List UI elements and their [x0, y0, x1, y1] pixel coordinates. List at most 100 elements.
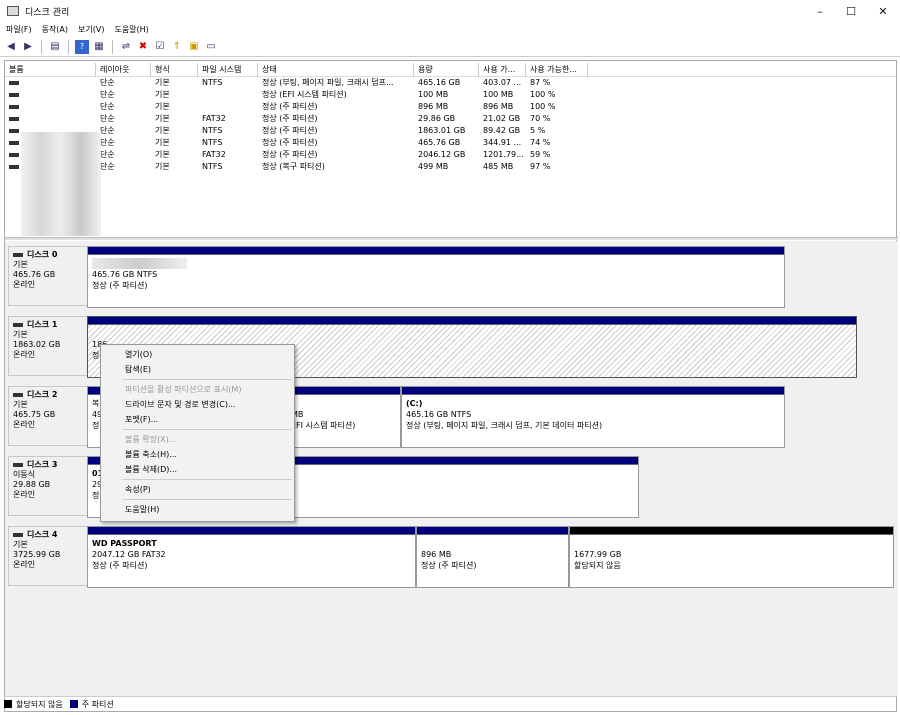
disk-2-label[interactable]: 디스크 2 기본 465.75 GB 온라인: [8, 386, 88, 446]
disk-size: 3725.99 GB: [13, 550, 61, 559]
disk-4-label[interactable]: 디스크 4 기본 3725.99 GB 온라인: [8, 526, 88, 586]
volume-cell-cap: 100 MB: [418, 90, 449, 99]
column-free[interactable]: 사용 가...: [479, 63, 526, 77]
menu-view[interactable]: 보기(V): [78, 24, 104, 35]
context-menu-item[interactable]: 탐색(E): [101, 362, 294, 377]
window-title: 디스크 관리: [25, 7, 70, 18]
search-folder-icon[interactable]: ▣: [187, 40, 201, 54]
partition-status: 정상 (주 파티션): [92, 561, 148, 570]
disk-4-partition-2[interactable]: 896 MB 정상 (주 파티션): [416, 526, 569, 588]
context-menu-item[interactable]: 속성(P): [101, 482, 294, 497]
context-menu-item: 볼륨 확장(X)...: [125, 435, 177, 444]
disk-icon: [13, 393, 23, 397]
volume-icon: [9, 129, 19, 133]
volume-row[interactable]: 단순 기본 정상 (주 파티션) 896 MB 896 MB 100 %: [5, 101, 898, 113]
properties-icon[interactable]: ▦: [92, 40, 106, 54]
back-icon[interactable]: ◀: [4, 40, 18, 54]
volume-cell-layout: 단순: [100, 90, 115, 99]
help-icon[interactable]: ?: [75, 39, 89, 54]
column-type[interactable]: 형식: [151, 63, 198, 77]
disk-4-unallocated[interactable]: 1677.99 GB 할당되지 않음: [569, 526, 894, 588]
volume-cell-free: 344.91 ...: [483, 138, 522, 147]
disk-state: 온라인: [13, 560, 36, 569]
toolbar-separator: [112, 39, 113, 54]
volume-cell-cap: 896 MB: [418, 102, 449, 111]
disk-state: 온라인: [13, 350, 36, 359]
connect-icon[interactable]: ⇌: [119, 40, 133, 54]
context-menu-item[interactable]: 드라이브 문자 및 경로 변경(C)...: [101, 397, 294, 412]
disk-state: 온라인: [13, 420, 36, 429]
context-menu-item[interactable]: 포맷(F)...: [101, 412, 294, 427]
primary-partition-bar: [88, 527, 415, 535]
check-icon[interactable]: ☑: [153, 40, 167, 54]
volume-row[interactable]: 단순 기본 FAT32 정상 (주 파티션) 29.86 GB 21.02 GB 70 %: [5, 113, 898, 125]
disk-kind: 기본: [13, 540, 28, 549]
volume-row[interactable]: 단순 기본 NTFS 정상 (복구 파티션) 499 MB 485 MB 97 %: [5, 161, 898, 173]
volume-row[interactable]: 단순 기본 NTFS 정상 (주 파티션) 465.76 GB 344.91 ... 74 …: [5, 137, 898, 149]
volume-cell-free: 403.07 ...: [483, 78, 522, 87]
volume-cell-type: 기본: [155, 90, 170, 99]
volume-cell-fs: [198, 89, 258, 101]
column-volume[interactable]: 볼륨: [5, 63, 96, 77]
disk-icon: [13, 463, 23, 467]
disk-2-partition-c[interactable]: (C:) 465.16 GB NTFS 정상 (부팅, 페이지 파일, 크래시 …: [401, 386, 785, 448]
close-button[interactable]: ✕: [866, 0, 900, 22]
volume-cell-status: 정상 (주 파티션): [262, 150, 318, 159]
volume-icon: [9, 165, 19, 169]
partition-status: 정상 (주 파티션): [92, 281, 148, 290]
volume-row[interactable]: 단순 기본 NTFS 정상 (부팅, 페이지 파일, 크래시 덤프... 465.16 …: [5, 77, 898, 89]
column-status[interactable]: 상태: [258, 63, 414, 77]
folder-up-icon[interactable]: ⇑: [170, 40, 184, 54]
primary-partition-bar: [402, 387, 784, 395]
disk-1-label[interactable]: 디스크 1 기본 1863.02 GB 온라인: [8, 316, 88, 376]
partition-name: WD PASSPORT: [92, 539, 157, 548]
list-view-icon[interactable]: ▤: [48, 40, 62, 54]
column-free-pct[interactable]: 사용 가능한...: [526, 63, 588, 77]
volume-row[interactable]: 단순 기본 NTFS 정상 (주 파티션) 1863.01 GB 89.42 GB 5 %: [5, 125, 898, 137]
column-filesystem[interactable]: 파일 시스템: [198, 63, 258, 77]
forward-icon[interactable]: ▶: [21, 40, 35, 54]
delete-icon[interactable]: ✖: [136, 40, 150, 54]
volume-cell-layout: 단순: [100, 162, 115, 171]
context-menu-item[interactable]: 볼륨 삭제(D)...: [101, 462, 294, 477]
disk-0-label[interactable]: 디스크 0 기본 465.76 GB 온라인: [8, 246, 88, 306]
column-layout[interactable]: 레이아웃: [96, 63, 151, 77]
minimize-button[interactable]: –: [803, 0, 837, 22]
volume-cell-free: 89.42 GB: [483, 126, 521, 135]
menu-action[interactable]: 동작(A): [42, 24, 68, 35]
maximize-button[interactable]: ☐: [834, 0, 868, 22]
menu-file[interactable]: 파일(F): [6, 24, 32, 35]
context-menu-item[interactable]: 볼륨 축소(H)...: [101, 447, 294, 462]
pane-splitter[interactable]: [5, 237, 898, 240]
volume-cell-type: 기본: [155, 102, 170, 111]
volume-row[interactable]: 단순 기본 FAT32 정상 (주 파티션) 2046.12 GB 1201.79... 5…: [5, 149, 898, 161]
volume-cell-pct: 59 %: [530, 150, 551, 159]
toolbar-separator: [41, 39, 42, 54]
volume-cell-layout: 단순: [100, 114, 115, 123]
volume-cell-fs: NTFS: [202, 126, 223, 135]
volume-icon: [9, 153, 19, 157]
menu-bar: 파일(F) 동작(A) 보기(V) 도움말(H): [0, 22, 900, 37]
volume-cell-pct: 100 %: [530, 90, 556, 99]
menu-help[interactable]: 도움말(H): [114, 24, 148, 35]
disk-0-partition-1[interactable]: 465.76 GB NTFS 정상 (주 파티션): [87, 246, 785, 308]
volume-icon: [9, 117, 19, 121]
volume-row[interactable]: 단순 기본 정상 (EFI 시스템 파티션) 100 MB 100 MB 100 %: [5, 89, 898, 101]
menu-separator: [123, 379, 292, 380]
disk-icon: [13, 323, 23, 327]
console-icon[interactable]: ▭: [204, 40, 218, 54]
disk-4-partition-wd-passport[interactable]: WD PASSPORT 2047.12 GB FAT32 정상 (주 파티션): [87, 526, 416, 588]
volume-cell-status: 정상 (주 파티션): [262, 102, 318, 111]
volume-cell-type: 기본: [155, 138, 170, 147]
disk-3-label[interactable]: 디스크 3 이동식 29.88 GB 온라인: [8, 456, 88, 516]
context-menu-item[interactable]: 열기(O): [101, 347, 294, 362]
volume-cell-fs: NTFS: [202, 78, 223, 87]
column-capacity[interactable]: 용량: [414, 63, 479, 77]
toolbar: ◀ ▶ ▤ ? ▦ ⇌ ✖ ☑ ⇑ ▣ ▭: [0, 37, 900, 57]
context-menu-item[interactable]: 도움말(H): [101, 502, 294, 517]
disk-state: 온라인: [13, 280, 36, 289]
disk-name: 디스크 4: [27, 530, 58, 539]
primary-partition-bar: [88, 247, 784, 255]
menu-separator: [123, 429, 292, 430]
partition-size: 465.76 GB NTFS: [92, 270, 158, 279]
